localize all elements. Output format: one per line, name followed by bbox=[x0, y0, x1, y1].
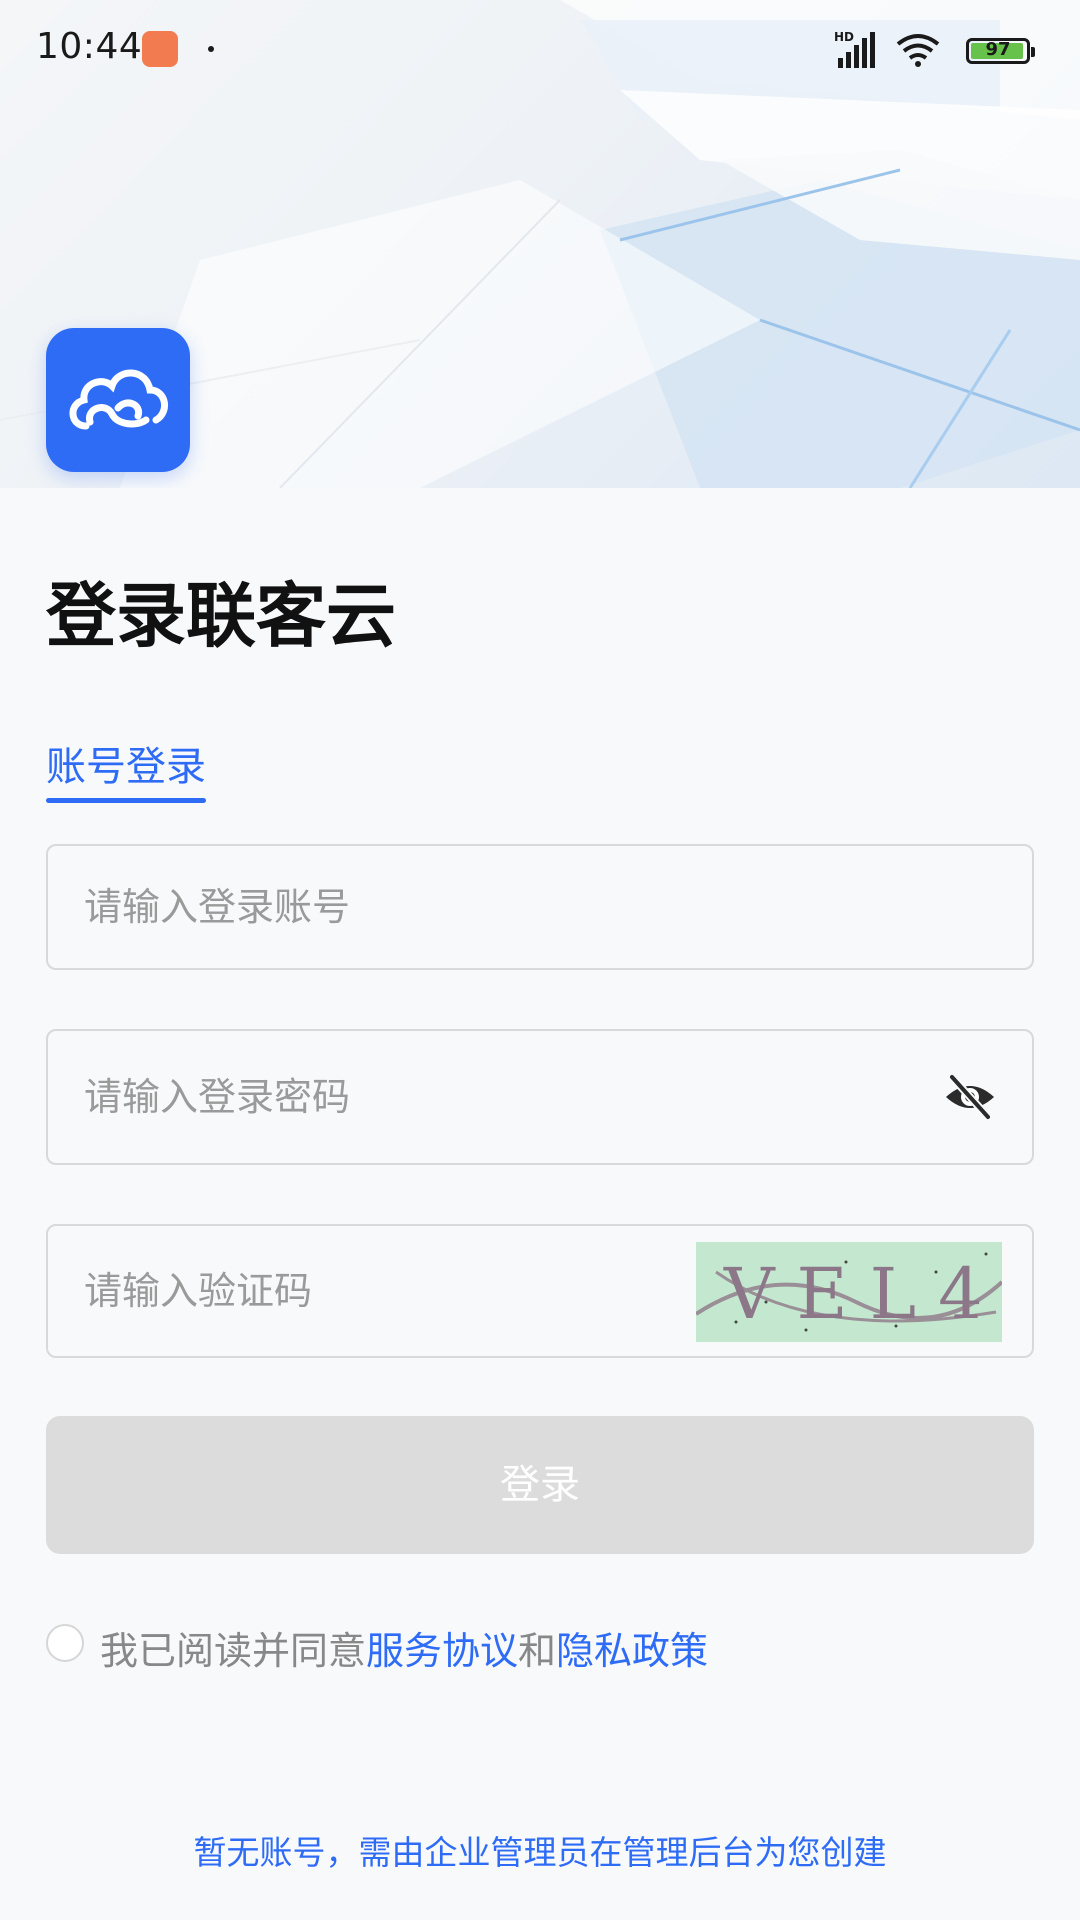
app-logo bbox=[46, 328, 190, 472]
privacy-policy-link[interactable]: 隐私政策 bbox=[556, 1629, 708, 1673]
tab-active-indicator bbox=[46, 798, 206, 803]
cloud-icon bbox=[69, 369, 168, 430]
notification-dot-icon bbox=[208, 46, 214, 52]
signal-icon: HD bbox=[834, 30, 875, 68]
captcha-input[interactable] bbox=[82, 1226, 646, 1356]
password-field[interactable] bbox=[46, 1029, 1034, 1165]
password-input[interactable] bbox=[82, 1031, 686, 1163]
agreement-checkbox[interactable] bbox=[46, 1624, 84, 1662]
network-type-label: HD bbox=[834, 30, 854, 44]
captcha-graphic: VEL4 bbox=[696, 1242, 1002, 1342]
tab-account-login[interactable]: 账号登录 bbox=[46, 734, 206, 792]
no-account-note: 暂无账号，需由企业管理员在管理后台为您创建 bbox=[193, 1833, 887, 1872]
captcha-field[interactable]: VEL4 bbox=[46, 1224, 1034, 1358]
eye-off-icon[interactable] bbox=[942, 1069, 998, 1125]
status-time: 10:44 bbox=[36, 26, 143, 67]
account-field[interactable] bbox=[46, 844, 1034, 970]
account-input[interactable] bbox=[82, 846, 686, 968]
header-background: 10:44 HD 97 bbox=[0, 0, 1080, 488]
status-bar: 10:44 HD 97 bbox=[0, 0, 1080, 100]
notification-app-icon bbox=[142, 31, 178, 67]
login-button[interactable]: 登录 bbox=[46, 1416, 1034, 1554]
captcha-image[interactable]: VEL4 bbox=[696, 1242, 1002, 1342]
agreement-text: 我已阅读并同意服务协议和隐私政策 bbox=[100, 1620, 708, 1675]
battery-icon: 97 bbox=[966, 38, 1035, 64]
battery-level: 97 bbox=[985, 39, 1011, 60]
captcha-text: VEL4 bbox=[723, 1253, 1002, 1335]
wifi-icon bbox=[896, 34, 940, 67]
page-title: 登录联客云 bbox=[46, 575, 396, 657]
agreement-conjunction: 和 bbox=[518, 1629, 557, 1673]
agreement-prefix: 我已阅读并同意 bbox=[100, 1629, 367, 1673]
service-agreement-link[interactable]: 服务协议 bbox=[366, 1629, 518, 1673]
